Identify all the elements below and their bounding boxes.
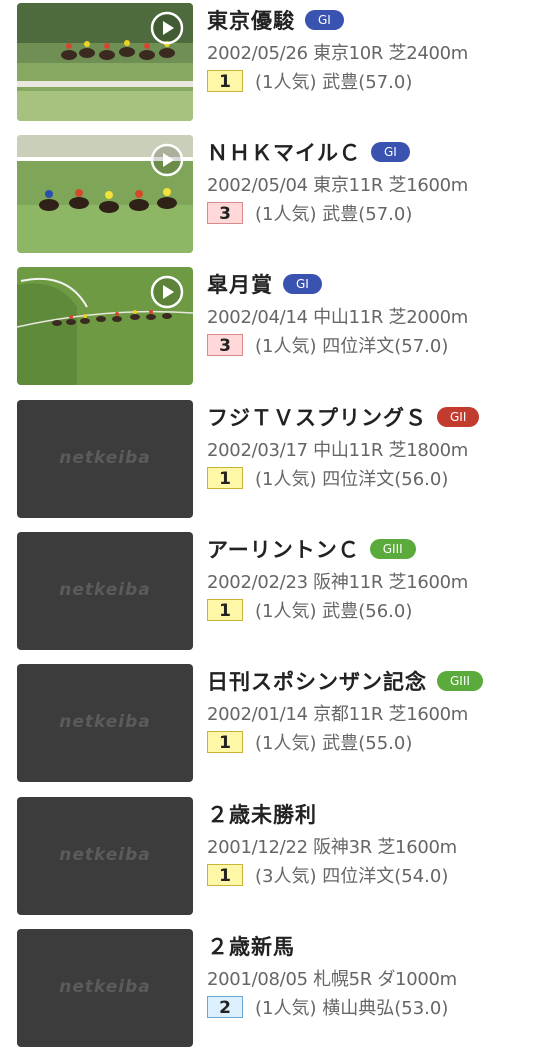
race-row[interactable]: 東京優駿 GI 2002/05/26 東京10R 芝2400m 1 (1人気) … [0, 3, 543, 135]
grade-badge: GI [283, 274, 322, 294]
netkeiba-watermark-logo: netkeiba [59, 712, 151, 732]
popularity-jockey-weight: (1人気) 武豊(57.0) [255, 204, 413, 225]
race-info: フジＴＶスプリングＳ GII 2002/03/17 中山11R 芝1800m 1… [207, 400, 543, 490]
race-title[interactable]: 東京優駿 [207, 5, 295, 35]
popularity-jockey-weight: (1人気) 四位洋文(57.0) [255, 336, 449, 357]
netkeiba-watermark-logo: netkeiba [59, 580, 151, 600]
race-row[interactable]: 皐月賞 GI 2002/04/14 中山11R 芝2000m 3 (1人気) 四… [0, 267, 543, 399]
race-row[interactable]: netkeiba アーリントンＣ GIII 2002/02/23 阪神11R 芝… [0, 532, 543, 664]
popularity-jockey-weight: (3人気) 四位洋文(54.0) [255, 866, 449, 887]
race-meta: 2002/05/04 東京11R 芝1600m [207, 175, 469, 196]
race-meta: 2001/12/22 阪神3R 芝1600m [207, 837, 457, 858]
race-title[interactable]: フジＴＶスプリングＳ [207, 402, 427, 432]
play-icon[interactable] [150, 275, 184, 309]
race-meta: 2002/05/26 東京10R 芝2400m [207, 43, 469, 64]
race-info: アーリントンＣ GIII 2002/02/23 阪神11R 芝1600m 1 (… [207, 532, 543, 622]
popularity-jockey-weight: (1人気) 四位洋文(56.0) [255, 469, 449, 490]
race-title[interactable]: ２歳未勝利 [207, 799, 317, 829]
video-placeholder-thumbnail: netkeiba [17, 929, 193, 1047]
popularity-jockey-weight: (1人気) 武豊(55.0) [255, 733, 413, 754]
race-history-list: 東京優駿 GI 2002/05/26 東京10R 芝2400m 1 (1人気) … [0, 0, 543, 1053]
play-icon[interactable] [150, 143, 184, 177]
race-title[interactable]: 日刊スポシンザン記念 [207, 666, 427, 696]
netkeiba-watermark-logo: netkeiba [59, 845, 151, 865]
popularity-jockey-weight: (1人気) 武豊(57.0) [255, 72, 413, 93]
race-meta: 2002/02/23 阪神11R 芝1600m [207, 572, 469, 593]
video-placeholder-thumbnail: netkeiba [17, 532, 193, 650]
race-row[interactable]: netkeiba ２歳新馬 2001/08/05 札幌5R ダ1000m 2 (… [0, 929, 543, 1061]
race-info: ２歳未勝利 2001/12/22 阪神3R 芝1600m 1 (3人気) 四位洋… [207, 797, 543, 887]
race-video-thumbnail[interactable] [17, 3, 193, 121]
race-title[interactable]: 皐月賞 [207, 269, 273, 299]
race-meta: 2002/01/14 京都11R 芝1600m [207, 704, 469, 725]
race-row[interactable]: netkeiba 日刊スポシンザン記念 GIII 2002/01/14 京都11… [0, 664, 543, 796]
race-title[interactable]: ＮＨＫマイルＣ [207, 137, 361, 167]
finish-rank-badge: 1 [207, 70, 243, 92]
finish-rank-badge: 1 [207, 731, 243, 753]
grade-badge: GIII [437, 671, 483, 691]
race-meta: 2001/08/05 札幌5R ダ1000m [207, 969, 457, 990]
grade-badge: GI [371, 142, 410, 162]
finish-rank-badge: 1 [207, 599, 243, 621]
play-icon[interactable] [150, 11, 184, 45]
race-meta: 2002/03/17 中山11R 芝1800m [207, 440, 469, 461]
grade-badge: GII [437, 407, 480, 427]
video-placeholder-thumbnail: netkeiba [17, 664, 193, 782]
finish-rank-badge: 1 [207, 467, 243, 489]
race-row[interactable]: ＮＨＫマイルＣ GI 2002/05/04 東京11R 芝1600m 3 (1人… [0, 135, 543, 267]
popularity-jockey-weight: (1人気) 武豊(56.0) [255, 601, 413, 622]
netkeiba-watermark-logo: netkeiba [59, 448, 151, 468]
race-title[interactable]: ２歳新馬 [207, 931, 295, 961]
race-info: 皐月賞 GI 2002/04/14 中山11R 芝2000m 3 (1人気) 四… [207, 267, 543, 357]
finish-rank-badge: 1 [207, 864, 243, 886]
race-info: 日刊スポシンザン記念 GIII 2002/01/14 京都11R 芝1600m … [207, 664, 543, 754]
race-meta: 2002/04/14 中山11R 芝2000m [207, 307, 469, 328]
video-placeholder-thumbnail: netkeiba [17, 797, 193, 915]
popularity-jockey-weight: (1人気) 横山典弘(53.0) [255, 998, 449, 1019]
race-row[interactable]: netkeiba ２歳未勝利 2001/12/22 阪神3R 芝1600m 1 … [0, 797, 543, 929]
race-video-thumbnail[interactable] [17, 267, 193, 385]
finish-rank-badge: 2 [207, 996, 243, 1018]
race-video-thumbnail[interactable] [17, 135, 193, 253]
race-info: ＮＨＫマイルＣ GI 2002/05/04 東京11R 芝1600m 3 (1人… [207, 135, 543, 225]
race-info: ２歳新馬 2001/08/05 札幌5R ダ1000m 2 (1人気) 横山典弘… [207, 929, 543, 1019]
race-title[interactable]: アーリントンＣ [207, 534, 360, 564]
grade-badge: GI [305, 10, 344, 30]
finish-rank-badge: 3 [207, 334, 243, 356]
race-row[interactable]: netkeiba フジＴＶスプリングＳ GII 2002/03/17 中山11R… [0, 400, 543, 532]
grade-badge: GIII [369, 539, 416, 559]
finish-rank-badge: 3 [207, 202, 243, 224]
netkeiba-watermark-logo: netkeiba [59, 977, 151, 997]
video-placeholder-thumbnail: netkeiba [17, 400, 193, 518]
race-info: 東京優駿 GI 2002/05/26 東京10R 芝2400m 1 (1人気) … [207, 3, 543, 93]
